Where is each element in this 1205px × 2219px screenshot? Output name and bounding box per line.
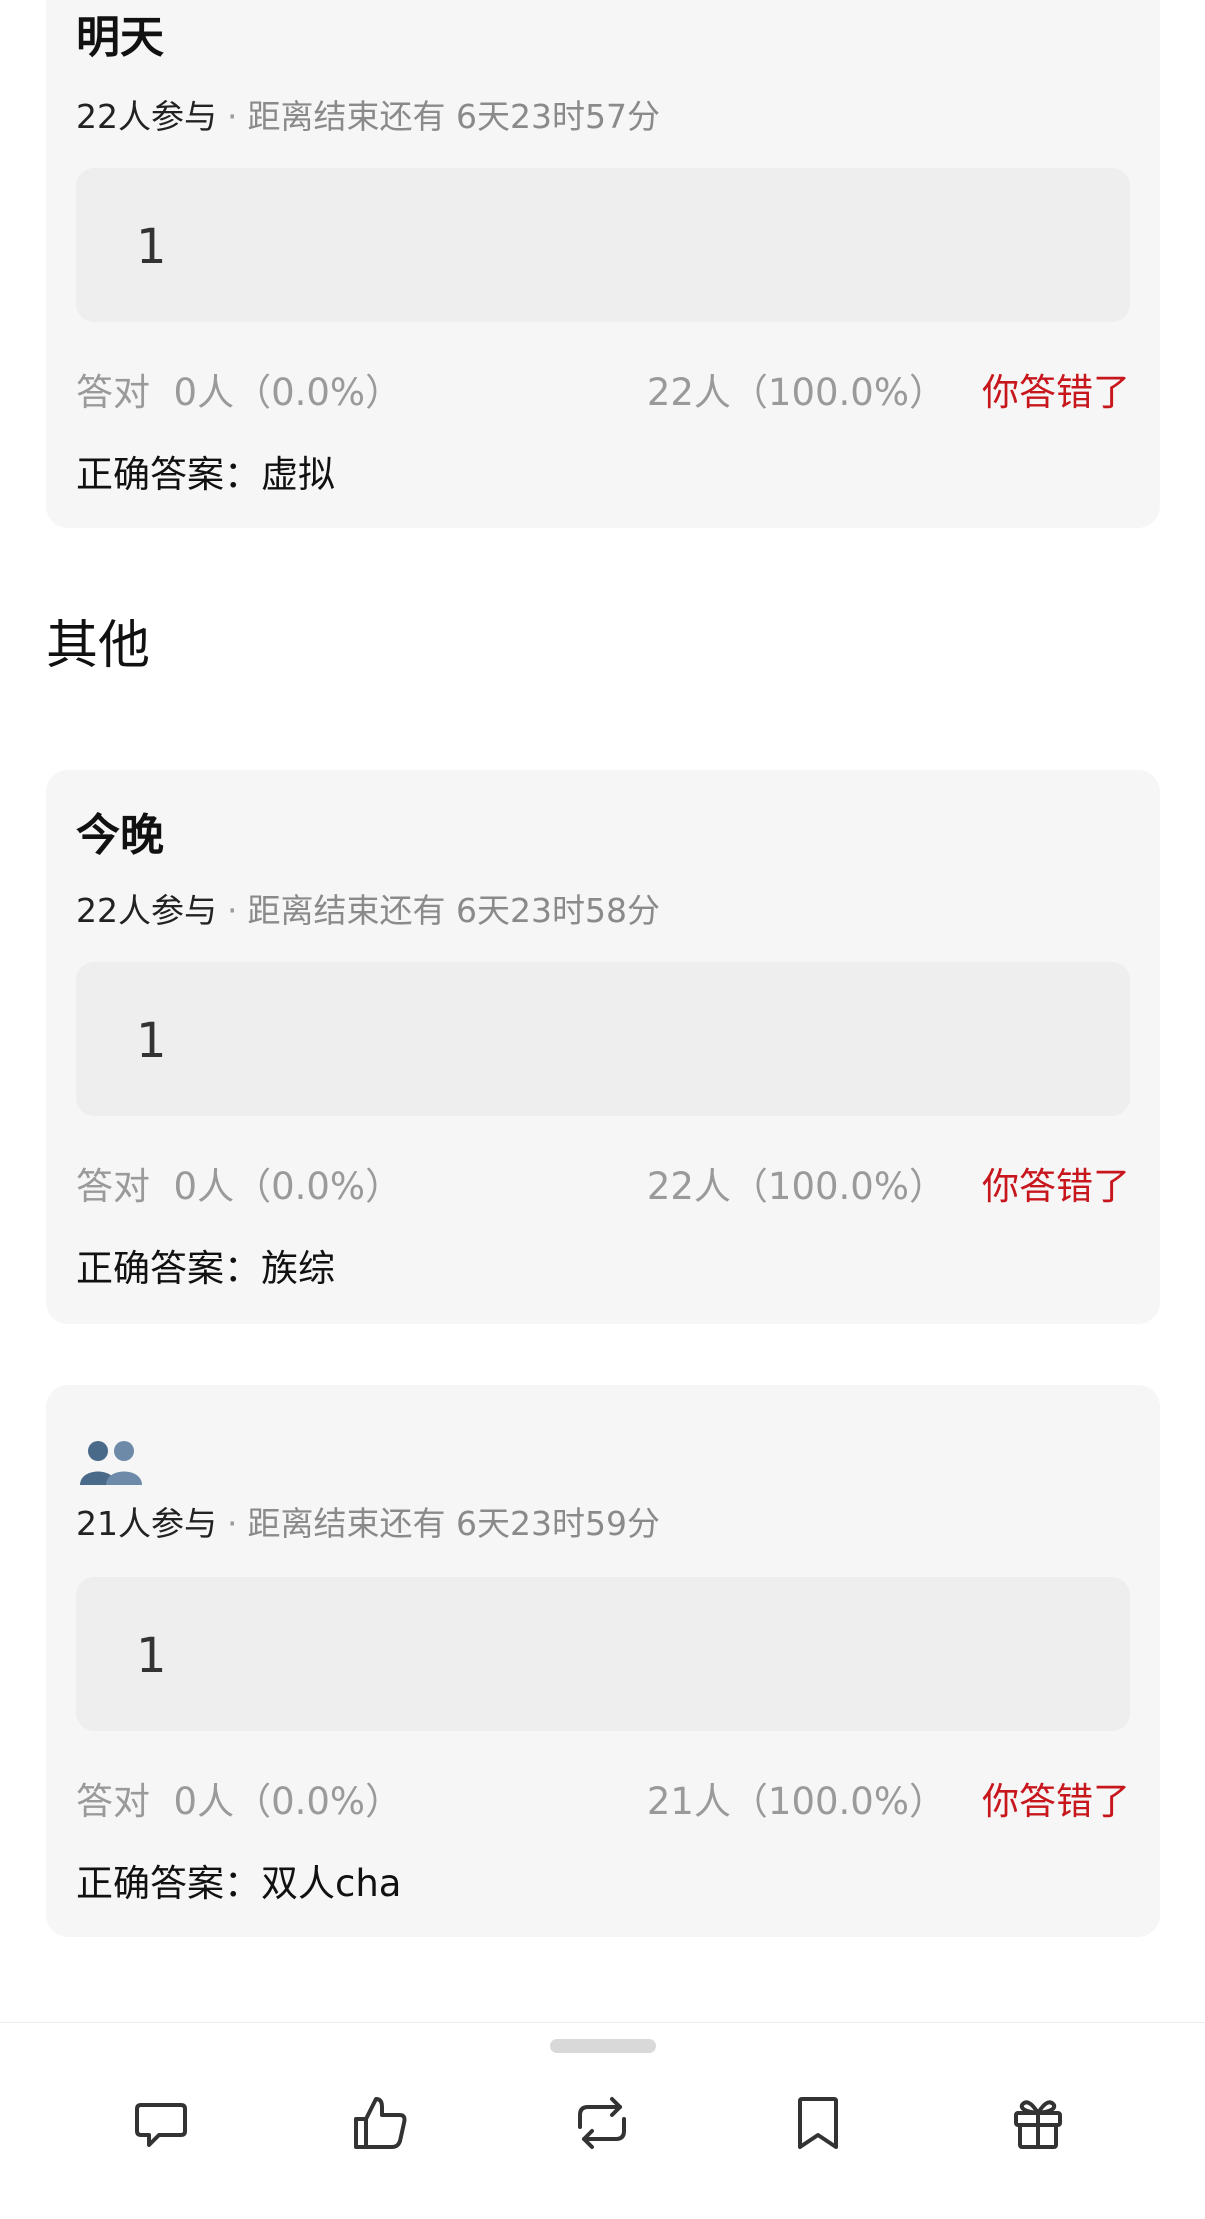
bottom-toolbar [0,2022,1205,2219]
answer-box: 1 [76,1577,1130,1731]
answer-stats: 答对 0人（0.0%） 22人（100.0%） 你答错了 [76,374,1130,424]
correct-answer-label: 正确答案： [76,453,261,496]
wrong-stat: 22人（100.0%） 你答错了 [647,374,1130,411]
answer-box: 1 [76,168,1130,322]
correct-stat-value: 0人（0.0%） [173,1165,403,1208]
meta-separator: · [227,1504,238,1543]
user-answer: 1 [136,1628,167,1684]
correct-answer-value: 双人cha [261,1862,402,1905]
answer-stats: 答对 0人（0.0%） 21人（100.0%） 你答错了 [76,1783,1130,1833]
user-answer: 1 [136,1013,167,1069]
participant-count: 22人参与 [76,891,217,930]
wrong-stat-value: 22人（100.0%） [646,1165,946,1208]
quiz-meta: 22人参与 · 距离结束还有 6天23时57分 [76,100,660,133]
like-icon [354,2097,407,2149]
answer-box: 1 [76,962,1130,1116]
quiz-card: 21人参与 · 距离结束还有 6天23时59分 1 答对 0人（0.0%） 21人（… [46,1385,1160,1937]
correct-answer-label: 正确答案： [76,1862,261,1905]
result-label: 你答错了 [982,371,1130,414]
like-button[interactable] [340,2083,420,2163]
correct-answer-label: 正确答案： [76,1247,261,1290]
wrong-stat: 22人（100.0%） 你答错了 [647,1168,1130,1205]
result-label: 你答错了 [982,1165,1130,1208]
quiz-meta: 22人参与 · 距离结束还有 6天23时58分 [76,894,660,927]
quiz-card: 今晚 22人参与 · 距离结束还有 6天23时58分 1 答对 0人（0.0%） 2… [46,770,1160,1324]
participant-count: 21人参与 [76,1504,217,1543]
wrong-stat-value: 22人（100.0%） [646,371,946,414]
correct-answer: 正确答案：族综 [76,1250,335,1287]
bookmark-icon [798,2097,838,2149]
user-answer: 1 [136,219,167,275]
correct-stat-value: 0人（0.0%） [173,371,403,414]
correct-stat-label: 答对 [76,1165,150,1208]
correct-stat-label: 答对 [76,1780,150,1823]
meta-separator: · [227,891,238,930]
quiz-card: 明天 22人参与 · 距离结束还有 6天23时57分 1 答对 0人（0.0%） 2… [46,0,1160,528]
deadline-text: 距离结束还有 6天23时58分 [247,891,660,930]
wrong-stat: 21人（100.0%） 你答错了 [647,1783,1130,1820]
correct-stat: 答对 0人（0.0%） [76,1783,402,1820]
quiz-title: 今晚 [76,810,164,861]
gift-icon [1014,2100,1062,2149]
two-people-emoji-icon [76,1437,146,1487]
deadline-text: 距离结束还有 6天23时59分 [247,1504,660,1543]
result-label: 你答错了 [982,1780,1130,1823]
bookmark-button[interactable] [778,2083,858,2163]
quiz-meta: 21人参与 · 距离结束还有 6天23时59分 [76,1507,660,1540]
section-heading: 其他 [46,616,151,676]
comment-button[interactable] [121,2083,201,2163]
comment-icon [135,2103,187,2147]
repost-icon [578,2097,626,2149]
meta-separator: · [227,97,238,136]
repost-button[interactable] [562,2083,642,2163]
quiz-title: 明天 [76,12,164,63]
answer-stats: 答对 0人（0.0%） 22人（100.0%） 你答错了 [76,1168,1130,1218]
gift-button[interactable] [998,2083,1078,2163]
correct-stat-label: 答对 [76,371,150,414]
wrong-stat-value: 21人（100.0%） [646,1780,946,1823]
participant-count: 22人参与 [76,97,217,136]
drag-handle[interactable] [550,2039,656,2053]
correct-stat: 答对 0人（0.0%） [76,1168,402,1205]
correct-answer-value: 虚拟 [261,453,335,496]
correct-answer: 正确答案：双人cha [76,1865,401,1902]
deadline-text: 距离结束还有 6天23时57分 [247,97,660,136]
correct-stat-value: 0人（0.0%） [173,1780,403,1823]
correct-answer: 正确答案：虚拟 [76,456,335,493]
correct-stat: 答对 0人（0.0%） [76,374,402,411]
correct-answer-value: 族综 [261,1247,335,1290]
